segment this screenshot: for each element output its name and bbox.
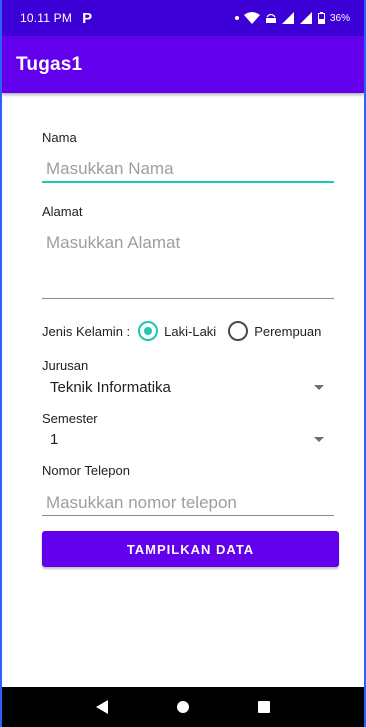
dropdown-arrow-icon: [314, 384, 324, 390]
alamat-input[interactable]: [42, 229, 334, 257]
jenis-kelamin-label: Jenis Kelamin :: [42, 323, 131, 339]
jurusan-label: Jurusan: [42, 358, 89, 373]
notification-dot-icon: [234, 16, 239, 20]
app-notification-icon: P: [82, 9, 93, 27]
radio-perempuan[interactable]: [228, 321, 249, 341]
hotspot-icon: [265, 13, 276, 23]
nomor-telepon-label: Nomor Telepon: [42, 463, 130, 478]
recent-apps-icon[interactable]: [257, 701, 270, 713]
radio-laki-laki[interactable]: [138, 321, 159, 341]
app-title: Tugas1: [16, 53, 83, 75]
signal-2-icon: [299, 12, 312, 24]
navigation-bar: [2, 687, 364, 727]
back-icon[interactable]: [96, 700, 109, 714]
home-icon[interactable]: [176, 701, 189, 713]
wifi-icon: [243, 12, 260, 24]
tampilkan-data-button[interactable]: TAMPILKAN DATA: [42, 531, 339, 567]
nama-input[interactable]: [42, 155, 334, 183]
jenis-kelamin-group: Jenis Kelamin : Laki-Laki Perempuan: [42, 321, 321, 341]
jurusan-spinner[interactable]: Teknik Informatika: [42, 376, 334, 398]
dropdown-arrow-icon: [314, 436, 324, 442]
app-bar: Tugas1: [2, 36, 364, 93]
battery-icon: [317, 12, 325, 24]
semester-label: Semester: [42, 411, 98, 426]
status-bar: 10.11 PM P 36%: [2, 0, 364, 36]
nama-label: Nama: [42, 130, 77, 145]
semester-selected: 1: [50, 430, 59, 448]
phone-screen: 10.11 PM P 36% Tugas1 Nama Masukkan Nama…: [0, 0, 366, 727]
alamat-underline: [42, 298, 334, 299]
nomor-telepon-underline: [42, 515, 334, 516]
status-time: 10.11 PM: [20, 11, 73, 25]
semester-spinner[interactable]: 1: [42, 428, 334, 450]
radio-perempuan-label[interactable]: Perempuan: [254, 324, 321, 339]
jurusan-selected: Teknik Informatika: [50, 378, 171, 396]
nomor-telepon-input[interactable]: [42, 489, 334, 517]
nama-underline: [42, 181, 334, 183]
status-icons: 36%: [234, 12, 350, 24]
alamat-label: Alamat: [42, 204, 83, 219]
signal-1-icon: [281, 12, 294, 24]
battery-percent: 36%: [329, 12, 350, 24]
radio-laki-laki-label[interactable]: Laki-Laki: [164, 324, 216, 339]
